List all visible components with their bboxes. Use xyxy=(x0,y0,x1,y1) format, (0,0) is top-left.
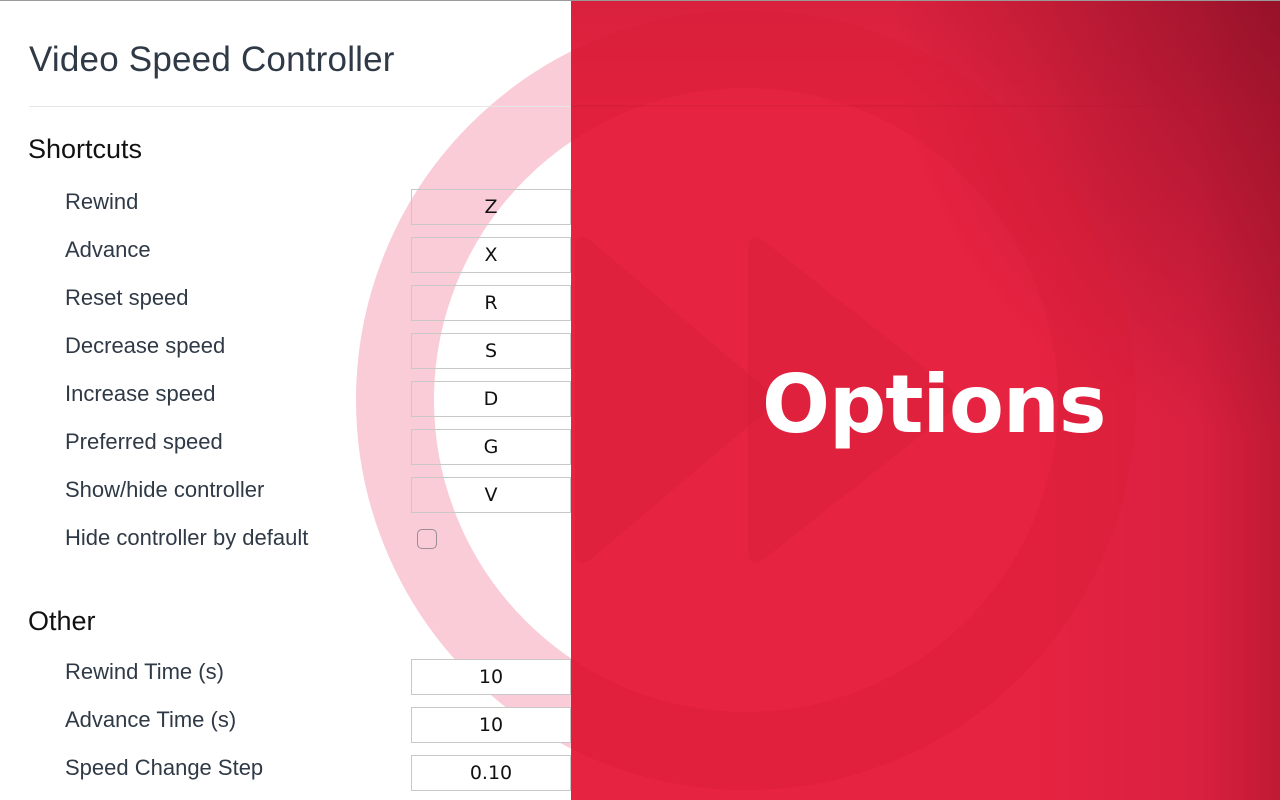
advance-time-input[interactable] xyxy=(411,707,571,743)
shortcut-label: Decrease speed xyxy=(65,333,226,358)
shortcuts-heading: Shortcuts xyxy=(28,134,143,164)
reset-speed-key-input[interactable] xyxy=(411,285,571,321)
page-title: Video Speed Controller xyxy=(29,40,395,79)
window-top-border xyxy=(0,0,1280,1)
options-panel: Video Speed Controller Shortcuts Rewind … xyxy=(0,0,571,800)
other-heading: Other xyxy=(28,606,96,636)
hide-by-default-checkbox[interactable] xyxy=(417,529,437,549)
shortcut-label: Reset speed xyxy=(65,285,189,310)
decrease-speed-key-input[interactable] xyxy=(411,333,571,369)
speed-change-step-input[interactable] xyxy=(411,755,571,791)
preferred-speed-key-input[interactable] xyxy=(411,429,571,465)
shortcut-label: Show/hide controller xyxy=(65,477,265,502)
title-divider xyxy=(29,106,571,107)
other-label: Rewind Time (s) xyxy=(65,659,224,684)
shortcut-label: Rewind xyxy=(65,189,139,214)
options-banner-title: Options xyxy=(762,358,1106,451)
shortcut-label: Advance xyxy=(65,237,151,262)
show-hide-controller-key-input[interactable] xyxy=(411,477,571,513)
other-label: Advance Time (s) xyxy=(65,707,237,732)
rewind-key-input[interactable] xyxy=(411,189,571,225)
advance-key-input[interactable] xyxy=(411,237,571,273)
shortcut-label: Preferred speed xyxy=(65,429,223,454)
hide-by-default-label: Hide controller by default xyxy=(65,525,309,550)
other-label: Speed Change Step xyxy=(65,755,264,780)
increase-speed-key-input[interactable] xyxy=(411,381,571,417)
rewind-time-input[interactable] xyxy=(411,659,571,695)
shortcut-label: Increase speed xyxy=(65,381,216,406)
